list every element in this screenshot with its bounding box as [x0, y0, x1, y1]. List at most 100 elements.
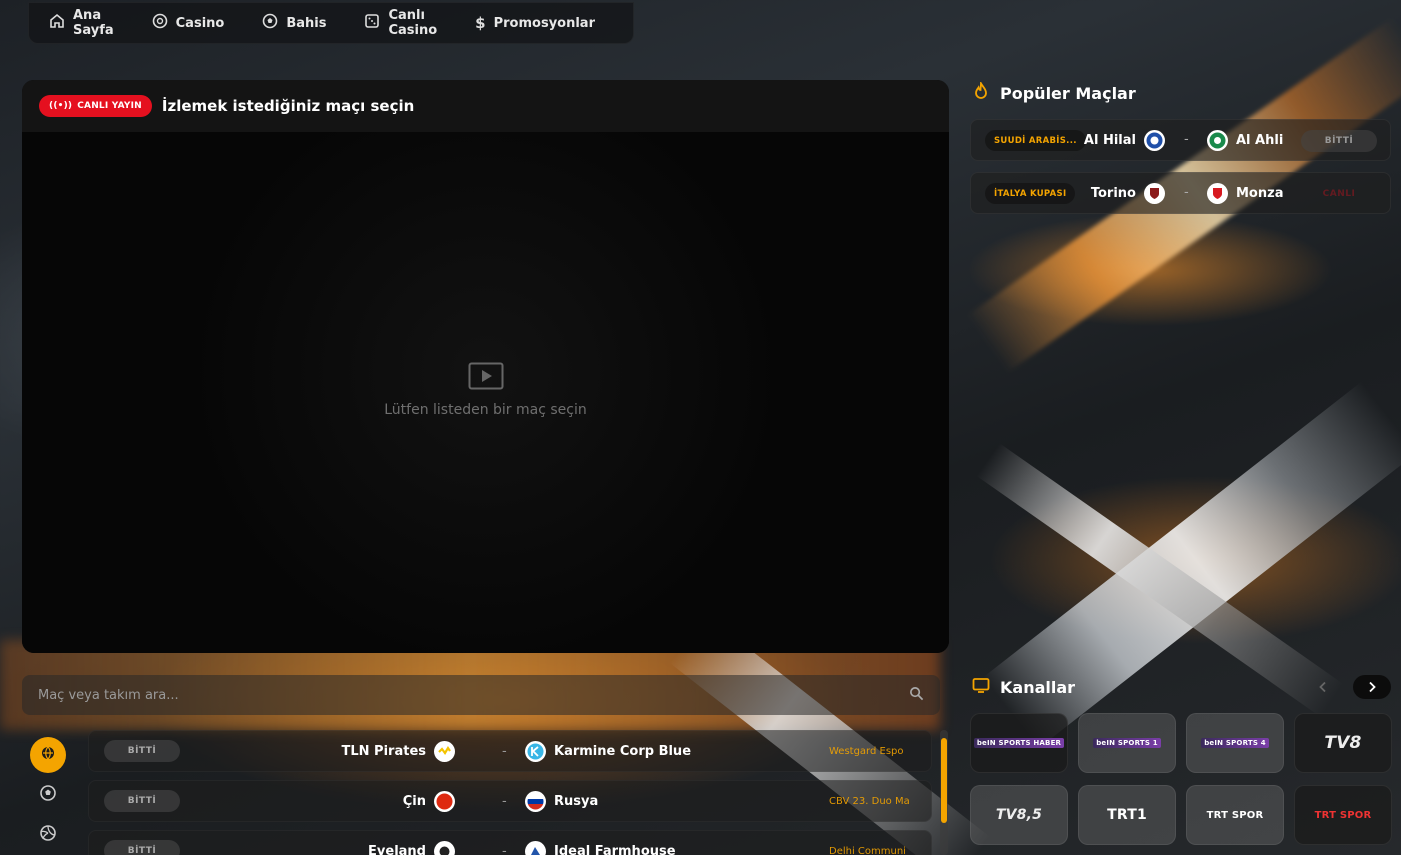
sport-filter-volleyball[interactable] [30, 817, 66, 853]
nav-item-label: Promosyonlar [493, 15, 595, 31]
nav-item-label: Canlı Casino [388, 8, 438, 38]
match-status-badge: CANLI [1322, 189, 1356, 199]
video-player: ((•)) CANLI YAYIN İzlemek istediğiniz ma… [22, 80, 949, 653]
match-row[interactable]: BİTTİ Çin - Rusya CBV 23. Duo Ma [88, 780, 932, 822]
carousel-prev-button[interactable] [1304, 675, 1342, 699]
channel-card[interactable]: TV8 [1294, 713, 1392, 773]
match-status-badge: BİTTİ [104, 840, 180, 855]
team-logo-icon [434, 840, 455, 855]
match-search-bar [22, 675, 940, 715]
channel-logo: beIN SPORTS 4 [1201, 738, 1269, 748]
popular-match-row[interactable]: SUUDİ ARABİS... Al Hilal - Al Ahli BİTTİ [970, 119, 1391, 161]
match-list-scrollbar[interactable] [940, 730, 948, 855]
channel-logo: TRT SPOR [1314, 809, 1372, 821]
channel-logo: beIN SPORTS 1 [1093, 738, 1161, 748]
nav-item-bets[interactable]: Bahis [262, 13, 326, 33]
live-badge: ((•)) CANLI YAYIN [39, 95, 152, 117]
channel-card[interactable]: TRT SPOR [1294, 785, 1392, 845]
channel-card[interactable]: beIN SPORTS 4 [1186, 713, 1284, 773]
nav-item-promotions[interactable]: $ Promosyonlar [475, 14, 595, 32]
home-team-name: Çin [402, 793, 426, 809]
nav-item-home[interactable]: Ana Sayfa [49, 8, 114, 38]
away-team-name: Monza [1236, 186, 1284, 201]
play-icon [468, 362, 504, 390]
popular-matches-header: Popüler Maçlar [972, 80, 1136, 104]
home-team-name: TLN Pirates [341, 743, 427, 759]
team-logo-icon [1144, 130, 1165, 151]
league-name: Westgard Espo [829, 745, 904, 757]
nav-item-casino[interactable]: Casino [152, 13, 225, 33]
flag-china-icon [434, 790, 455, 812]
away-team-name: Karmine Corp Blue [554, 743, 692, 759]
team-logo-icon [1207, 183, 1228, 204]
player-header: ((•)) CANLI YAYIN İzlemek istediğiniz ma… [22, 80, 949, 132]
match-status-badge: BİTTİ [104, 740, 180, 762]
search-icon[interactable] [909, 686, 924, 705]
match-status-badge: BİTTİ [104, 790, 180, 812]
broadcast-icon: ((•)) [49, 101, 73, 111]
section-title: Kanallar [1000, 677, 1076, 697]
home-team: TLN Pirates [341, 740, 455, 762]
sport-filter-football[interactable] [30, 777, 66, 813]
nav-item-label: Ana Sayfa [73, 8, 114, 38]
away-team-name: Rusya [554, 793, 599, 809]
match-row[interactable]: BİTTİ TLN Pirates - Karmine Corp Blue We… [88, 730, 932, 772]
versus-separator: - [1184, 185, 1189, 200]
home-icon [49, 13, 65, 33]
chevron-left-icon [1317, 678, 1329, 697]
search-input[interactable] [38, 687, 909, 703]
channel-logo: TRT SPOR [1206, 809, 1264, 821]
channel-logo: TV8 [1324, 733, 1362, 753]
fire-icon [972, 80, 990, 104]
player-title: İzlemek istediğiniz maçı seçin [161, 97, 415, 115]
dollar-icon: $ [475, 14, 486, 32]
channel-card[interactable]: TRT1 [1078, 785, 1176, 845]
league-name: CBV 23. Duo Ma [829, 795, 910, 807]
league-name: Delhi Communi [829, 845, 906, 855]
live-badge-label: CANLI YAYIN [77, 101, 142, 111]
match-row[interactable]: BİTTİ Eveland - Ideal Farmhouse Delhi Co… [88, 830, 932, 855]
placeholder-text: Lütfen listeden bir maç seçin [384, 402, 587, 418]
match-list: BİTTİ TLN Pirates - Karmine Corp Blue We… [88, 730, 932, 855]
carousel-next-button[interactable] [1353, 675, 1391, 699]
dice-icon [364, 13, 380, 33]
channel-logo: TV8,5 [995, 807, 1043, 823]
home-team: Eveland [368, 840, 455, 855]
league-badge: İTALYA KUPASI [985, 183, 1076, 204]
versus-separator: - [1184, 132, 1189, 147]
away-team: Ideal Farmhouse [525, 840, 676, 855]
away-team: Monza [1207, 183, 1283, 204]
chevron-right-icon [1366, 678, 1378, 697]
versus-separator: - [502, 843, 507, 855]
tv-icon [972, 676, 990, 698]
top-navigation: Ana Sayfa Casino Bahis Canlı Casino $ Pr… [28, 2, 634, 44]
sport-filter-all[interactable] [30, 737, 66, 773]
popular-match-row[interactable]: İTALYA KUPASI Torino - Monza CANLI [970, 172, 1391, 214]
home-team: Al Hilal [1084, 130, 1165, 151]
team-logo-icon [525, 740, 546, 762]
soccer-ball-icon [39, 784, 57, 806]
league-badge: SUUDİ ARABİS... [985, 130, 1086, 151]
channel-logo: beIN SPORTS HABER [973, 738, 1065, 748]
sport-filter [30, 737, 66, 855]
away-team: Rusya [525, 790, 599, 812]
section-title: Popüler Maçlar [1000, 83, 1136, 103]
nav-item-label: Casino [175, 15, 225, 31]
home-team-name: Torino [1090, 186, 1136, 201]
channel-card[interactable]: beIN SPORTS 1 [1078, 713, 1176, 773]
nav-item-live-casino[interactable]: Canlı Casino [364, 8, 437, 38]
player-screen[interactable]: Lütfen listeden bir maç seçin [22, 132, 949, 653]
away-team-name: Al Ahli [1236, 133, 1284, 148]
channel-card[interactable]: TRT SPOR [1186, 785, 1284, 845]
home-team-name: Al Hilal [1083, 133, 1136, 148]
volleyball-icon [39, 824, 57, 846]
channel-card[interactable]: beIN SPORTS HABER [970, 713, 1068, 773]
player-placeholder: Lütfen listeden bir maç seçin [22, 362, 949, 418]
flag-russia-icon [525, 790, 546, 812]
scrollbar-thumb[interactable] [941, 738, 947, 823]
home-team-name: Eveland [368, 843, 426, 855]
team-logo-icon [434, 740, 455, 762]
versus-separator: - [502, 793, 507, 809]
channel-logo: TRT1 [1107, 807, 1147, 823]
channel-card[interactable]: TV8,5 [970, 785, 1068, 845]
